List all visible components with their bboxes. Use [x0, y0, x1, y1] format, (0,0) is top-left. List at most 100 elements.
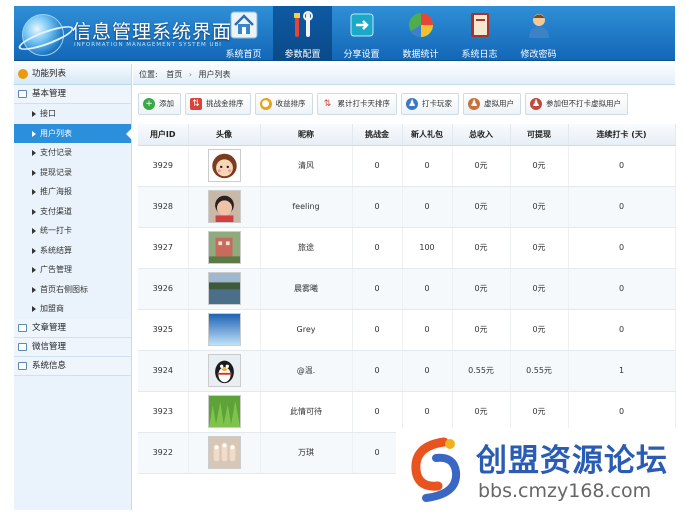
avatar-lake-photo[interactable]	[207, 272, 241, 305]
book-icon	[470, 13, 489, 37]
cell-challenge: 0	[352, 186, 403, 228]
sidebar-group-label: 文章管理	[32, 322, 67, 333]
col-streak[interactable]: 连续打卡 (天)	[568, 124, 676, 146]
breadcrumb-current: 用户列表	[198, 70, 231, 79]
list-icon	[18, 90, 27, 98]
home-icon	[230, 11, 257, 39]
sidebar-header-label: 功能列表	[32, 69, 67, 79]
cell-gift: 0	[402, 309, 453, 351]
col-nickname[interactable]: 昵称	[260, 124, 353, 146]
cell-nickname: 清风	[260, 145, 353, 187]
sort-challenge-label: 挑战金排序	[206, 99, 244, 108]
nav-log[interactable]: 系统日志	[450, 6, 509, 61]
cell-withdraw: 0.55元	[510, 350, 569, 392]
add-button[interactable]: + 添加	[138, 93, 181, 115]
cell-avatar	[188, 145, 261, 187]
cell-withdraw: 0元	[510, 227, 569, 269]
sidebar-item-user-list[interactable]: 用户列表	[14, 123, 132, 143]
virtual-user-icon: ♟	[468, 98, 480, 110]
col-user-id[interactable]: 用户ID	[138, 124, 189, 146]
cell-avatar	[188, 268, 261, 310]
sort-income-button[interactable]: ● 收益排序	[254, 93, 313, 115]
table-row[interactable]: 3923 此情可待 0 0 0元 0元 0	[138, 391, 676, 433]
cell-avatar	[188, 309, 261, 351]
sort-checkin-days-button[interactable]: ⇅ 累计打卡天排序	[316, 93, 397, 115]
virtual-users-label: 虚拟用户	[484, 99, 514, 108]
share-icon	[350, 13, 373, 37]
sidebar-group-wechat[interactable]: 微信管理	[14, 337, 131, 357]
cell-gift: 0	[402, 268, 453, 310]
cell-nickname: 晨雾曦	[260, 268, 353, 310]
sidebar-item-payment-records[interactable]: 支付记录	[14, 143, 131, 163]
nav-home[interactable]: 系统首页	[214, 6, 273, 61]
sidebar-item-checkin[interactable]: 统一打卡	[14, 221, 131, 241]
sidebar-item-poster[interactable]: 推广海报	[14, 182, 131, 202]
sidebar-item-settlement[interactable]: 系统结算	[14, 241, 131, 261]
avatar-child-photo[interactable]	[207, 190, 241, 223]
nav-label: 分享设置	[343, 50, 380, 60]
avatar-building-photo[interactable]	[207, 231, 241, 264]
breadcrumb-prefix: 位置:	[139, 70, 158, 79]
virtual-users-button[interactable]: ♟ 虚拟用户	[463, 93, 521, 115]
avatar-nails-photo[interactable]	[207, 436, 241, 469]
plus-icon: +	[143, 98, 155, 110]
cell-withdraw: 0元	[510, 145, 569, 187]
checkin-players-button[interactable]: ♟ 打卡玩家	[401, 93, 459, 115]
cell-user-id: 3923	[138, 391, 189, 433]
sort-challenge-button[interactable]: ⇅ 挑战金排序	[185, 93, 251, 115]
chat-icon	[18, 361, 27, 370]
cell-gift: 0	[402, 186, 453, 228]
cell-avatar	[188, 350, 261, 392]
col-income[interactable]: 总收入	[452, 124, 511, 146]
cell-income: 0元	[452, 309, 511, 351]
add-button-label: 添加	[159, 99, 174, 108]
cell-user-id: 3925	[138, 309, 189, 351]
avatar-sky-photo[interactable]	[207, 313, 241, 346]
sidebar-item-ads[interactable]: 广告管理	[14, 260, 131, 280]
nav-params[interactable]: 参数配置	[273, 6, 332, 61]
inactive-virtual-users-button[interactable]: ♟ 参加但不打卡虚拟用户	[525, 93, 628, 115]
cell-withdraw: 0元	[510, 186, 569, 228]
breadcrumb-home[interactable]: 首页	[166, 70, 182, 79]
sidebar-item-withdraw-records[interactable]: 提现记录	[14, 163, 131, 183]
avatar-penguin[interactable]	[207, 354, 241, 387]
users-icon: ♟	[406, 98, 418, 110]
cell-income: 0元	[452, 391, 511, 433]
sidebar-item-payment-channel[interactable]: 支付渠道	[14, 202, 131, 222]
table-row[interactable]: 3929 清风 0 0 0元 0元 0	[138, 145, 676, 187]
sidebar-item-home-icons[interactable]: 首页右侧图标	[14, 280, 131, 300]
table-row[interactable]: 3926 晨雾曦 0 0 0元 0元 0	[138, 268, 676, 310]
nav-stats[interactable]: 数据统计	[391, 6, 450, 61]
table-row[interactable]: 3927 旅途 0 100 0元 0元 0	[138, 227, 676, 269]
cell-streak: 0	[568, 391, 676, 433]
table-row[interactable]: 3924 @温. 0 0 0.55元 0.55元 1	[138, 350, 676, 392]
table-header-row: 用户ID 头像 昵称 挑战金 新人礼包 总收入 可提现 连续打卡 (天)	[138, 124, 676, 146]
app-title: 信息管理系统界面	[72, 21, 233, 43]
sort-icon: ⇅	[190, 98, 202, 110]
sidebar-group-articles[interactable]: 文章管理	[14, 318, 131, 338]
table-row[interactable]: 3925 Grey 0 0 0元 0元 0	[138, 309, 676, 351]
watermark-logo-icon	[411, 437, 461, 502]
col-withdraw[interactable]: 可提现	[510, 124, 569, 146]
cell-streak: 1	[568, 350, 676, 392]
table-row[interactable]: 3928 feeling 0 0 0元 0元 0	[138, 186, 676, 228]
sidebar-group-basic[interactable]: 基本管理	[14, 85, 131, 104]
cell-avatar	[188, 186, 261, 228]
avatar-grass-photo[interactable]	[207, 395, 241, 428]
sidebar-item-api[interactable]: 接口	[14, 104, 131, 124]
sidebar-group-sysinfo[interactable]: 系统信息	[14, 356, 131, 376]
cell-income: 0元	[452, 145, 511, 187]
user-icon	[528, 14, 549, 38]
nav-password[interactable]: 修改密码	[509, 6, 568, 61]
cell-challenge: 0	[352, 391, 403, 433]
col-gift[interactable]: 新人礼包	[402, 124, 453, 146]
col-avatar: 头像	[188, 124, 261, 146]
sidebar-item-franchise[interactable]: 加盟商	[14, 299, 131, 319]
sidebar-header[interactable]: 功能列表	[14, 64, 131, 85]
nav-share[interactable]: 分享设置	[332, 6, 391, 61]
col-challenge[interactable]: 挑战金	[352, 124, 403, 146]
cell-user-id: 3929	[138, 145, 189, 187]
cell-challenge: 0	[352, 268, 403, 310]
avatar-cartoon-girl[interactable]	[207, 149, 241, 182]
sort-arrows-icon: ⇅	[323, 99, 332, 109]
